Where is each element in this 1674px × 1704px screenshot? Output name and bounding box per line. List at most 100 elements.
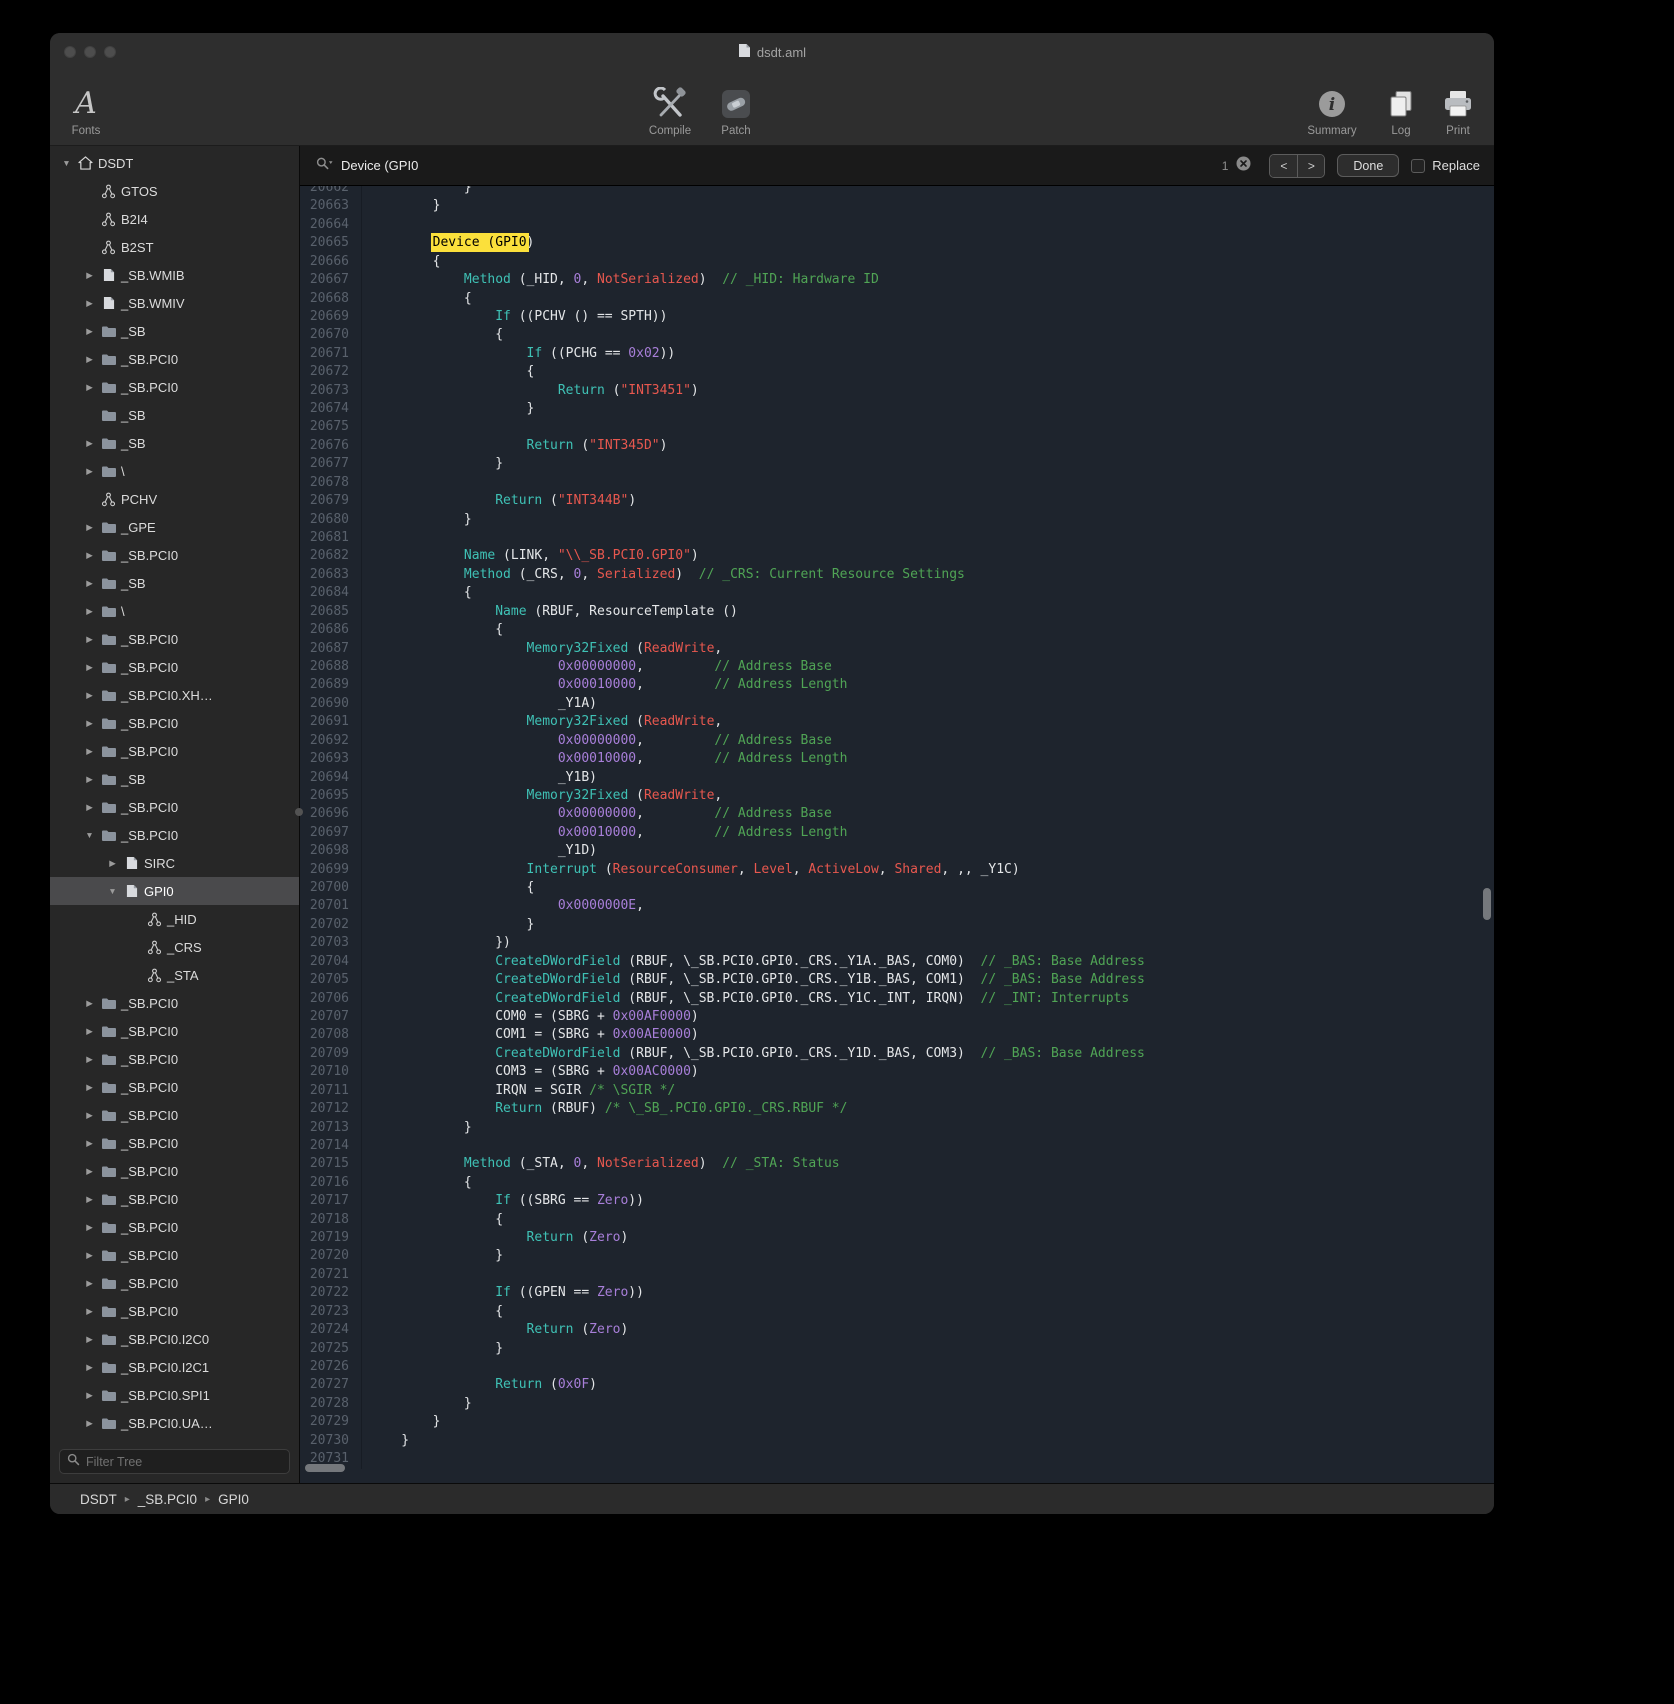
filter-tree-input[interactable]: Filter Tree	[59, 1449, 290, 1474]
code-line[interactable]: 20724 Return (Zero)	[300, 1321, 1494, 1339]
code-line[interactable]: 20662 }	[300, 186, 1494, 197]
tree-item[interactable]: ▶_SB	[50, 569, 299, 597]
code-line[interactable]: 20667 Method (_HID, 0, NotSerialized) //…	[300, 271, 1494, 289]
disclosure-right-icon[interactable]: ▶	[81, 1026, 98, 1037]
print-button[interactable]: Print	[1436, 75, 1480, 137]
pane-splitter-handle[interactable]	[295, 808, 303, 816]
tree-item[interactable]: ▶_SB.PCI0.UA…	[50, 1409, 299, 1437]
tree-item[interactable]: _SB	[50, 401, 299, 429]
tree-item[interactable]: B2ST	[50, 233, 299, 261]
code-line[interactable]: 20729 }	[300, 1413, 1494, 1431]
disclosure-right-icon[interactable]: ▶	[81, 998, 98, 1009]
tree-item[interactable]: _STA	[50, 961, 299, 989]
disclosure-right-icon[interactable]: ▶	[81, 1250, 98, 1261]
code-line[interactable]: 20722 If ((GPEN == Zero))	[300, 1284, 1494, 1302]
tree-item[interactable]: ▶_SB.PCI0	[50, 737, 299, 765]
tree-item[interactable]: ▶_SB.PCI0	[50, 345, 299, 373]
code-line[interactable]: 20706 CreateDWordField (RBUF, \_SB.PCI0.…	[300, 990, 1494, 1008]
tree-item[interactable]: ▶_SB.PCI0.I2C1	[50, 1353, 299, 1381]
tree-item[interactable]: ▶_SB.PCI0	[50, 1241, 299, 1269]
disclosure-right-icon[interactable]: ▶	[81, 1054, 98, 1065]
titlebar[interactable]: dsdt.aml	[50, 33, 1494, 71]
tree-item[interactable]: ▶_SB.PCI0	[50, 989, 299, 1017]
disclosure-right-icon[interactable]: ▶	[81, 1082, 98, 1093]
code-line[interactable]: 20695 Memory32Fixed (ReadWrite,	[300, 787, 1494, 805]
code-line[interactable]: 20698 _Y1D)	[300, 842, 1494, 860]
code-line[interactable]: 20670 {	[300, 326, 1494, 344]
disclosure-right-icon[interactable]: ▶	[81, 1334, 98, 1345]
disclosure-right-icon[interactable]: ▶	[81, 466, 98, 477]
disclosure-right-icon[interactable]: ▶	[81, 1110, 98, 1121]
code-line[interactable]: 20723 {	[300, 1303, 1494, 1321]
code-line[interactable]: 20704 CreateDWordField (RBUF, \_SB.PCI0.…	[300, 953, 1494, 971]
breadcrumb-item[interactable]: GPI0	[218, 1492, 249, 1507]
code-line[interactable]: 20688 0x00000000, // Address Base	[300, 658, 1494, 676]
code-line[interactable]: 20721	[300, 1266, 1494, 1284]
log-button[interactable]: Log	[1382, 75, 1420, 137]
find-previous-button[interactable]: <	[1270, 155, 1297, 177]
code-line[interactable]: 20713 }	[300, 1119, 1494, 1137]
disclosure-right-icon[interactable]: ▶	[81, 1418, 98, 1429]
disclosure-right-icon[interactable]: ▶	[81, 550, 98, 561]
disclosure-right-icon[interactable]: ▶	[81, 718, 98, 729]
code-line[interactable]: 20691 Memory32Fixed (ReadWrite,	[300, 713, 1494, 731]
code-line[interactable]: 20707 COM0 = (SBRG + 0x00AF0000)	[300, 1008, 1494, 1026]
code-line[interactable]: 20719 Return (Zero)	[300, 1229, 1494, 1247]
tree-item[interactable]: ▼GPI0	[50, 877, 299, 905]
code-line[interactable]: 20720 }	[300, 1247, 1494, 1265]
tree-item[interactable]: ▶_SB.PCI0	[50, 625, 299, 653]
code-line[interactable]: 20708 COM1 = (SBRG + 0x00AE0000)	[300, 1026, 1494, 1044]
code-line[interactable]: 20683 Method (_CRS, 0, Serialized) // _C…	[300, 566, 1494, 584]
code-line[interactable]: 20692 0x00000000, // Address Base	[300, 732, 1494, 750]
code-line[interactable]: 20686 {	[300, 621, 1494, 639]
disclosure-right-icon[interactable]: ▶	[104, 858, 121, 869]
tree-item[interactable]: ▶_SB.PCI0	[50, 653, 299, 681]
search-query[interactable]: Device (GPI0	[341, 158, 1214, 173]
disclosure-right-icon[interactable]: ▶	[81, 1278, 98, 1289]
tree-item[interactable]: ▶_SB.WMIV	[50, 289, 299, 317]
patch-button[interactable]: Patch	[711, 75, 761, 137]
disclosure-right-icon[interactable]: ▶	[81, 1362, 98, 1373]
code-line[interactable]: 20678	[300, 474, 1494, 492]
disclosure-right-icon[interactable]: ▶	[81, 270, 98, 281]
tree-item[interactable]: ▼DSDT	[50, 149, 299, 177]
tree-item[interactable]: ▶_SB.PCI0	[50, 793, 299, 821]
code-line[interactable]: 20714	[300, 1137, 1494, 1155]
horizontal-scrollbar[interactable]	[305, 1464, 345, 1472]
disclosure-right-icon[interactable]: ▶	[81, 522, 98, 533]
code-line[interactable]: 20689 0x00010000, // Address Length	[300, 676, 1494, 694]
fonts-button[interactable]: A Fonts	[58, 75, 114, 137]
tree-item[interactable]: ▶_SB.WMIB	[50, 261, 299, 289]
tree-item[interactable]: ▶_SB.PCI0	[50, 1017, 299, 1045]
code-line[interactable]: 20665 Device (GPI0)	[300, 234, 1494, 252]
code-line[interactable]: 20711 IRQN = SGIR /* \SGIR */	[300, 1082, 1494, 1100]
disclosure-right-icon[interactable]: ▶	[81, 774, 98, 785]
code-line[interactable]: 20701 0x0000000E,	[300, 897, 1494, 915]
code-line[interactable]: 20664	[300, 216, 1494, 234]
code-line[interactable]: 20709 CreateDWordField (RBUF, \_SB.PCI0.…	[300, 1045, 1494, 1063]
code-line[interactable]: 20700 {	[300, 879, 1494, 897]
code-line[interactable]: 20731	[300, 1450, 1494, 1468]
tree-item[interactable]: GTOS	[50, 177, 299, 205]
disclosure-right-icon[interactable]: ▶	[81, 1306, 98, 1317]
code-line[interactable]: 20697 0x00010000, // Address Length	[300, 824, 1494, 842]
disclosure-right-icon[interactable]: ▶	[81, 1390, 98, 1401]
tree-item[interactable]: ▶_SB.PCI0	[50, 1073, 299, 1101]
tree-item[interactable]: ▶SIRC	[50, 849, 299, 877]
code-line[interactable]: 20682 Name (LINK, "\\_SB.PCI0.GPI0")	[300, 547, 1494, 565]
disclosure-right-icon[interactable]: ▶	[81, 746, 98, 757]
code-line[interactable]: 20684 {	[300, 584, 1494, 602]
code-line[interactable]: 20696 0x00000000, // Address Base	[300, 805, 1494, 823]
code-line[interactable]: 20705 CreateDWordField (RBUF, \_SB.PCI0.…	[300, 971, 1494, 989]
code-line[interactable]: 20703 })	[300, 934, 1494, 952]
code-line[interactable]: 20728 }	[300, 1395, 1494, 1413]
code-line[interactable]: 20712 Return (RBUF) /* \_SB_.PCI0.GPI0._…	[300, 1100, 1494, 1118]
code-line[interactable]: 20673 Return ("INT3451")	[300, 382, 1494, 400]
disclosure-down-icon[interactable]: ▼	[81, 830, 98, 840]
tree-item[interactable]: ▶_SB.PCI0	[50, 1213, 299, 1241]
tree-item[interactable]: ▶_SB.PCI0.XH…	[50, 681, 299, 709]
disclosure-right-icon[interactable]: ▶	[81, 1166, 98, 1177]
code-line[interactable]: 20681	[300, 529, 1494, 547]
disclosure-right-icon[interactable]: ▶	[81, 326, 98, 337]
tree-item[interactable]: ▶_SB	[50, 765, 299, 793]
